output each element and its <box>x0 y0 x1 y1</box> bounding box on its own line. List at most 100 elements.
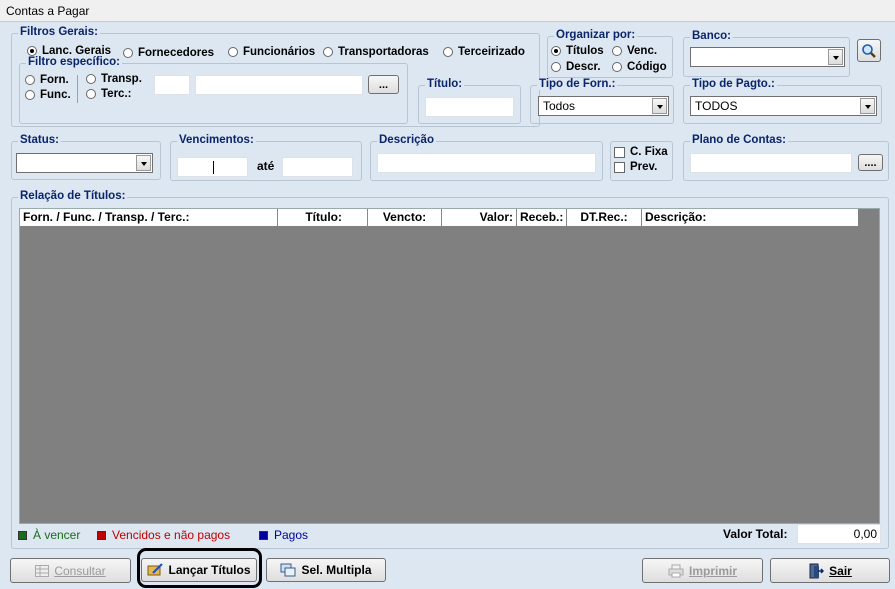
green-square-icon <box>18 530 27 540</box>
text-cursor <box>213 161 214 174</box>
vencimentos-legend: Vencimentos: <box>177 134 256 146</box>
col-receb[interactable]: Receb.: <box>517 209 567 226</box>
radio-icon <box>551 46 561 56</box>
descricao-input[interactable] <box>377 153 596 173</box>
radio-titulos[interactable]: Títulos <box>551 45 604 57</box>
tipo-pagto-group: Tipo de Pagto.: TODOS <box>683 78 882 124</box>
legend-a-vencer: À vencer <box>18 528 80 542</box>
radio-icon <box>25 90 35 100</box>
radio-codigo[interactable]: Código <box>612 61 667 73</box>
col-titulo[interactable]: Título: <box>278 209 368 226</box>
radio-icon <box>551 62 561 72</box>
filtro-especifico-legend: Filtro específico: <box>26 56 123 68</box>
chevron-down-icon[interactable] <box>860 98 875 114</box>
banco-legend: Banco: <box>690 30 733 42</box>
vencimentos-group: Vencimentos: até <box>170 134 362 181</box>
filtros-gerais-legend: Filtros Gerais: <box>18 26 100 38</box>
organizar-group: Organizar por: Títulos Venc. Descr. Códi… <box>547 29 673 78</box>
ate-label: até <box>257 159 275 173</box>
col-dt-rec[interactable]: DT.Rec.: <box>567 209 642 226</box>
col-descricao[interactable]: Descrição: <box>642 209 858 226</box>
radio-icon <box>86 89 96 99</box>
banco-group: Banco: <box>683 30 850 77</box>
vencimento-fim-input[interactable] <box>282 157 353 177</box>
lancar-titulos-button[interactable]: Lançar Títulos <box>141 558 257 582</box>
radio-terc[interactable]: Terc.: <box>86 88 131 100</box>
descricao-group: Descrição <box>370 134 603 181</box>
radio-icon <box>27 46 37 56</box>
red-square-icon <box>97 530 106 540</box>
filtro-browse-button[interactable]: ... <box>368 75 399 94</box>
sel-multipla-button[interactable]: Sel. Multipla <box>266 558 386 582</box>
col-vencto[interactable]: Vencto: <box>368 209 442 226</box>
descricao-legend: Descrição <box>377 134 436 146</box>
plano-contas-legend: Plano de Contas: <box>690 134 788 146</box>
legend-pagos: Pagos <box>259 528 308 542</box>
table-header: Forn. / Func. / Transp. / Terc.: Título:… <box>20 209 858 226</box>
imprimir-button[interactable]: Imprimir <box>642 558 763 583</box>
plano-browse-button[interactable]: .... <box>858 154 883 171</box>
radio-forn[interactable]: Forn. <box>25 74 69 86</box>
radio-transportadoras[interactable]: Transportadoras <box>323 46 429 58</box>
tipo-forn-group: Tipo de Forn.: Todos <box>530 78 674 124</box>
main-window: Filtros Gerais: Lanc. Gerais Fornecedore… <box>0 22 895 589</box>
radio-terceirizado[interactable]: Terceirizado <box>443 46 525 58</box>
filtro-especifico-group: Filtro específico: Forn. Transp. Func. T… <box>19 56 408 124</box>
valor-total-field: 0,00 <box>797 524 881 544</box>
radio-icon <box>443 47 453 57</box>
radio-func[interactable]: Func. <box>25 89 71 101</box>
relacao-legend: Relação de Títulos: <box>18 190 128 202</box>
radio-descr[interactable]: Descr. <box>551 61 601 73</box>
status-select[interactable] <box>16 153 153 173</box>
grid-icon <box>35 564 50 577</box>
window-title: Contas a Pagar <box>0 0 895 22</box>
sair-button[interactable]: Sair <box>770 558 890 583</box>
titulo-legend: Título: <box>425 78 465 90</box>
flags-group: C. Fixa Prev. <box>610 141 673 181</box>
radio-divider <box>77 75 78 103</box>
radio-icon <box>612 62 622 72</box>
banco-select[interactable] <box>690 47 845 67</box>
tipo-forn-select[interactable]: Todos <box>538 96 669 116</box>
radio-transp[interactable]: Transp. <box>86 73 142 85</box>
checkbox-c-fixa[interactable]: C. Fixa <box>614 146 668 158</box>
checkbox-icon <box>614 161 625 173</box>
checkbox-prev[interactable]: Prev. <box>614 161 657 173</box>
col-fornecedor[interactable]: Forn. / Func. / Transp. / Terc.: <box>20 209 278 226</box>
titulo-input[interactable] <box>425 97 514 117</box>
organizar-legend: Organizar por: <box>554 29 638 41</box>
exit-door-icon <box>809 563 825 578</box>
col-valor[interactable]: Valor: <box>442 209 517 226</box>
radio-icon <box>25 75 35 85</box>
status-legend: Status: <box>18 134 61 146</box>
valor-total-label: Valor Total: <box>723 527 788 541</box>
chevron-down-icon[interactable] <box>136 155 151 171</box>
plano-contas-group: Plano de Contas: .... <box>683 134 889 181</box>
magnifier-icon <box>862 43 876 58</box>
radio-venc[interactable]: Venc. <box>612 45 657 57</box>
radio-fornecedores[interactable]: Fornecedores <box>123 47 214 59</box>
blue-square-icon <box>259 530 268 540</box>
tipo-pagto-legend: Tipo de Pagto.: <box>690 78 777 90</box>
titulos-table[interactable]: Forn. / Func. / Transp. / Terc.: Título:… <box>19 208 880 524</box>
filtro-codigo-input[interactable] <box>154 75 190 95</box>
chevron-down-icon[interactable] <box>652 98 667 114</box>
vencimento-inicio-input[interactable] <box>177 157 248 177</box>
folder-edit-icon <box>147 563 164 576</box>
radio-icon <box>228 47 238 57</box>
consultar-button[interactable]: Consultar <box>10 558 131 583</box>
radio-icon <box>123 48 133 58</box>
plano-contas-input[interactable] <box>690 153 852 173</box>
radio-funcionarios[interactable]: Funcionários <box>228 46 315 58</box>
status-group: Status: <box>11 134 161 180</box>
radio-icon <box>323 47 333 57</box>
search-button[interactable] <box>857 39 881 62</box>
multi-select-icon <box>280 563 296 577</box>
filtro-nome-input[interactable] <box>195 75 363 95</box>
tipo-pagto-select[interactable]: TODOS <box>690 96 877 116</box>
checkbox-icon <box>614 146 625 158</box>
tipo-forn-legend: Tipo de Forn.: <box>537 78 618 90</box>
chevron-down-icon[interactable] <box>828 49 843 65</box>
legend-vencidos: Vencidos e não pagos <box>97 528 230 542</box>
titulo-group: Título: <box>418 78 521 124</box>
